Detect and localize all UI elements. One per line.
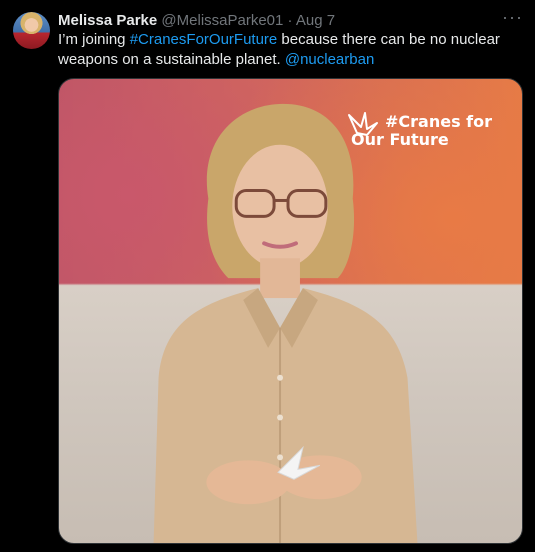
tweet-text: I’m joining #CranesForOurFuture because … bbox=[58, 30, 528, 70]
crane-logo-icon bbox=[347, 112, 378, 136]
author-handle[interactable]: @MelissaParke01 bbox=[161, 12, 283, 29]
more-options-icon[interactable]: ··· bbox=[502, 7, 523, 27]
mention-link[interactable]: @nuclearban bbox=[285, 51, 374, 68]
cranes-for-our-future-logo: #Cranes for Our Future bbox=[347, 112, 492, 149]
tweet-text-part: I’m joining bbox=[58, 31, 130, 48]
author-name[interactable]: Melissa Parke bbox=[58, 12, 157, 29]
tweet-header: Melissa Parke @MelissaParke01 · Aug 7 bbox=[58, 11, 523, 31]
separator: · bbox=[287, 12, 293, 29]
tweet-image[interactable]: #Cranes for Our Future bbox=[58, 78, 523, 544]
avatar[interactable] bbox=[13, 12, 50, 49]
hashtag-link[interactable]: #CranesForOurFuture bbox=[130, 31, 278, 48]
tweet-date[interactable]: Aug 7 bbox=[296, 12, 335, 29]
logo-line1: #Cranes for bbox=[384, 112, 492, 131]
